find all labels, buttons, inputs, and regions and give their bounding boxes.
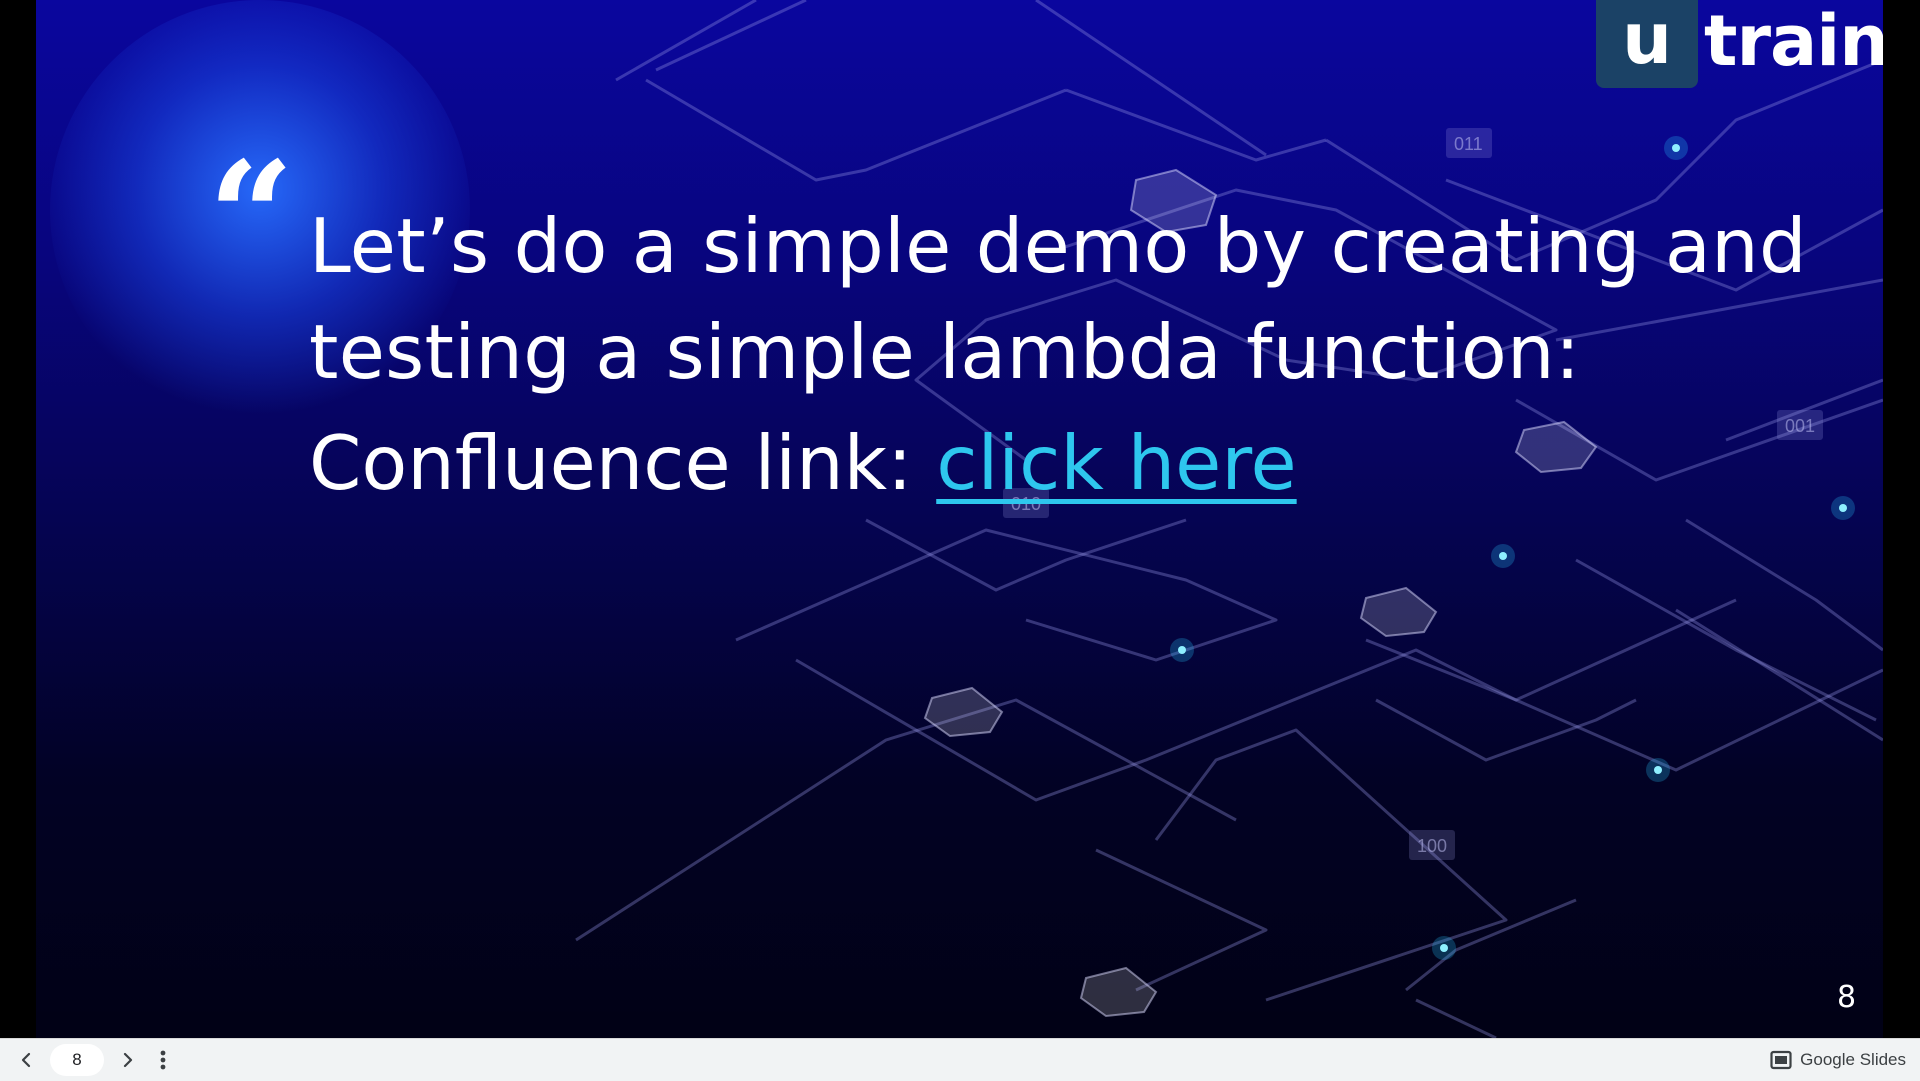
binary-label: 011 (1454, 134, 1483, 154)
slide-number-input[interactable] (50, 1044, 104, 1076)
presentation-viewport: 011 001 010 100 u train “ Let’s do a sim… (0, 0, 1920, 1038)
binary-label: 100 (1417, 836, 1447, 856)
utrain-logo: u train (1596, 0, 1883, 92)
link-prefix: Confluence link: (309, 419, 937, 507)
quote-icon: “ (208, 129, 295, 305)
google-slides-label: Google Slides (1800, 1050, 1906, 1069)
binary-label: 001 (1785, 416, 1815, 436)
next-slide-button[interactable] (108, 1040, 148, 1080)
logo-wordmark: train (1704, 0, 1883, 82)
slide: 011 001 010 100 u train “ Let’s do a sim… (36, 0, 1883, 1038)
slide-number: 8 (1837, 980, 1857, 1015)
confluence-link-line: Confluence link: click here (309, 410, 1297, 516)
logo-mark: u (1596, 0, 1698, 88)
google-slides-link[interactable]: Google Slides (1770, 1039, 1906, 1081)
chevron-left-icon (21, 1052, 31, 1068)
confluence-link[interactable]: click here (936, 419, 1296, 507)
circuit-network-graphic: 011 001 010 100 (575, 0, 1883, 1038)
chevron-right-icon (123, 1052, 133, 1068)
slide-headline: Let’s do a simple demo by creating and t… (309, 202, 1807, 396)
previous-slide-button[interactable] (6, 1040, 46, 1080)
more-options-button[interactable] (148, 1040, 178, 1080)
google-slides-icon (1770, 1050, 1792, 1070)
more-vert-icon (160, 1050, 166, 1070)
presentation-toolbar: Google Slides (0, 1038, 1920, 1081)
